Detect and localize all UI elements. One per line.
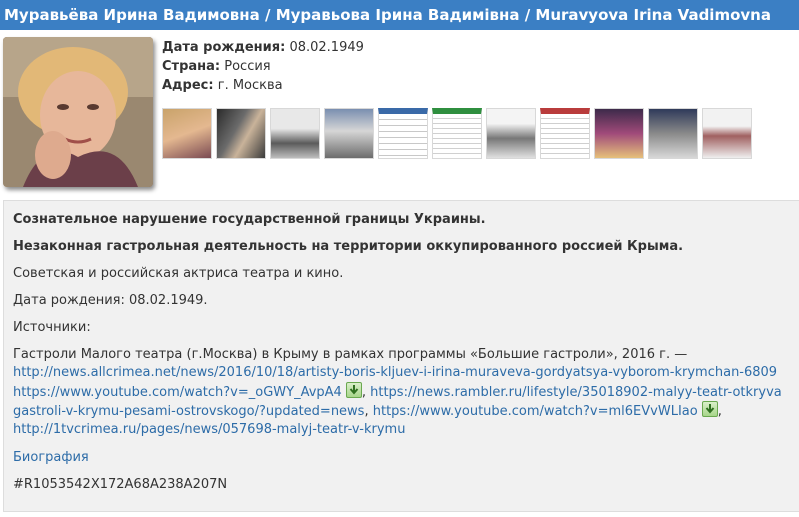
source-link-1tvcrimea[interactable]: http://1tvcrimea.ru/pages/news/057698-ma… (13, 422, 405, 437)
birth-date-value: 08.02.1949 (289, 40, 364, 55)
biography-line: Биография (13, 448, 89, 467)
thumbnail-4[interactable] (324, 108, 374, 159)
thumbnail-1[interactable] (162, 108, 212, 159)
country-label: Страна: (162, 59, 221, 74)
thumbnail-9[interactable] (594, 108, 644, 159)
download-icon[interactable] (701, 401, 718, 417)
source-line-2: https://www.youtube.com/watch?v=_oGWY_Av… (13, 382, 782, 402)
record-code: #R1053542X172A68A238A207N (13, 477, 228, 492)
thumbnail-10[interactable] (648, 108, 698, 159)
source-link-rambler[interactable]: https://news.rambler.ru/lifestyle/350189… (370, 385, 782, 400)
birth-date-row: Дата рождения: 08.02.1949 (162, 38, 364, 57)
thumbnail-8[interactable] (540, 108, 590, 159)
violation-text: Сознательное нарушение государственной г… (13, 212, 486, 227)
thumbnail-7[interactable] (486, 108, 536, 159)
address-row: Адрес: г. Москва (162, 76, 364, 95)
thumbnail-6[interactable] (432, 108, 482, 159)
address-label: Адрес: (162, 78, 214, 93)
source-link-youtube-1[interactable]: https://www.youtube.com/watch?v=_oGWY_Av… (13, 385, 342, 400)
source-line-4: http://1tvcrimea.ru/pages/news/057698-ma… (13, 420, 405, 439)
thumbnail-11[interactable] (702, 108, 752, 159)
source-link-rambler-cont[interactable]: gastroli-v-krymu-pesami-ostrovskogo/?upd… (13, 404, 364, 419)
profile-info: Дата рождения: 08.02.1949 Страна: Россия… (162, 38, 364, 95)
source-line-1: http://news.allcrimea.net/news/2016/10/1… (13, 363, 777, 382)
bio-text: Советская и российская актриса театра и … (13, 266, 344, 281)
source-link-allcrimea[interactable]: http://news.allcrimea.net/news/2016/10/1… (13, 365, 777, 380)
birth-date-label: Дата рождения: (162, 40, 286, 55)
country-value: Россия (224, 59, 271, 74)
biography-link[interactable]: Биография (13, 450, 89, 465)
separator: , (361, 385, 366, 400)
profile-section: Дата рождения: 08.02.1949 Страна: Россия… (0, 30, 799, 190)
source-link-youtube-2[interactable]: https://www.youtube.com/watch?v=ml6EVvWL… (373, 404, 698, 419)
address-value: г. Москва (217, 78, 283, 93)
description-box: Сознательное нарушение государственной г… (3, 200, 799, 512)
separator: , (364, 404, 369, 419)
birth-date-text: Дата рождения: 08.02.1949. (13, 293, 208, 308)
download-icon[interactable] (345, 382, 362, 398)
thumbnail-5[interactable] (378, 108, 428, 159)
thumbnail-2[interactable] (216, 108, 266, 159)
activity-text: Незаконная гастрольная деятельность на т… (13, 239, 684, 254)
source-line-3: gastroli-v-krymu-pesami-ostrovskogo/?upd… (13, 401, 722, 421)
profile-photo[interactable] (3, 37, 153, 187)
tour-description: Гастроли Малого театра (г.Москва) в Крым… (13, 347, 688, 362)
separator: , (717, 404, 722, 419)
page-title: Муравьёва Ирина Вадимовна / Муравьова Ір… (0, 0, 799, 30)
country-row: Страна: Россия (162, 57, 364, 76)
thumbnail-3[interactable] (270, 108, 320, 159)
sources-label: Источники: (13, 320, 91, 335)
